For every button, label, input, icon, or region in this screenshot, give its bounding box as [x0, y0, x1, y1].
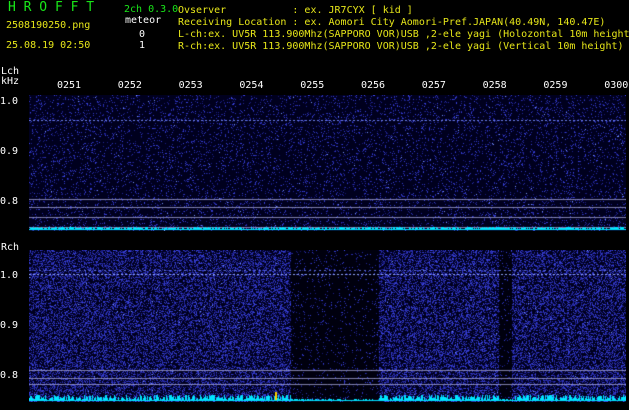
time-tick: 0258	[482, 80, 507, 91]
observer-line: Ovserver : ex. JR7CYX [ kid ]	[178, 5, 413, 16]
lch-config-line: L-ch:ex. UV5R 113.900Mhz(SAPPORO VOR)USB…	[178, 29, 629, 40]
time-tick: 0251	[57, 80, 82, 91]
rch-ytick-0-9: 0.9	[0, 320, 19, 331]
lch-spectrogram	[29, 95, 626, 231]
rch-label: Rch	[1, 242, 20, 253]
time-tick: 0255	[300, 80, 325, 91]
time-tick: 0256	[361, 80, 386, 91]
meteor-label: meteor	[125, 15, 162, 26]
rch-config-line: R-ch:ex. UV5R 113.900Mhz(SAPPORO VOR)USB…	[178, 41, 624, 52]
filename: 2508190250.png	[6, 20, 91, 31]
lch-ytick-1-0: 1.0	[0, 96, 19, 107]
location-line: Receiving Location : ex. Aomori City Aom…	[178, 17, 606, 28]
time-tick: 0300	[604, 80, 629, 91]
rch-spectrogram	[29, 250, 626, 402]
time-tick: 0257	[421, 80, 446, 91]
time-tick: 0252	[117, 80, 142, 91]
time-tick: 0259	[543, 80, 568, 91]
lch-ytick-0-8: 0.8	[0, 196, 19, 207]
timestamp: 25.08.19 02:50	[6, 40, 91, 51]
rch-meteor-count: 1	[139, 40, 146, 51]
time-tick: 0254	[239, 80, 264, 91]
lch-unit: kHz	[1, 76, 20, 87]
app-title: H R O F F T	[8, 0, 95, 15]
hrofft-screen: { "header": { "app_title": "H R O F F T"…	[0, 0, 629, 410]
lch-ytick-0-9: 0.9	[0, 146, 19, 157]
rch-ytick-1-0: 1.0	[0, 270, 19, 281]
time-tick: 0253	[178, 80, 203, 91]
rch-ytick-0-8: 0.8	[0, 370, 19, 381]
